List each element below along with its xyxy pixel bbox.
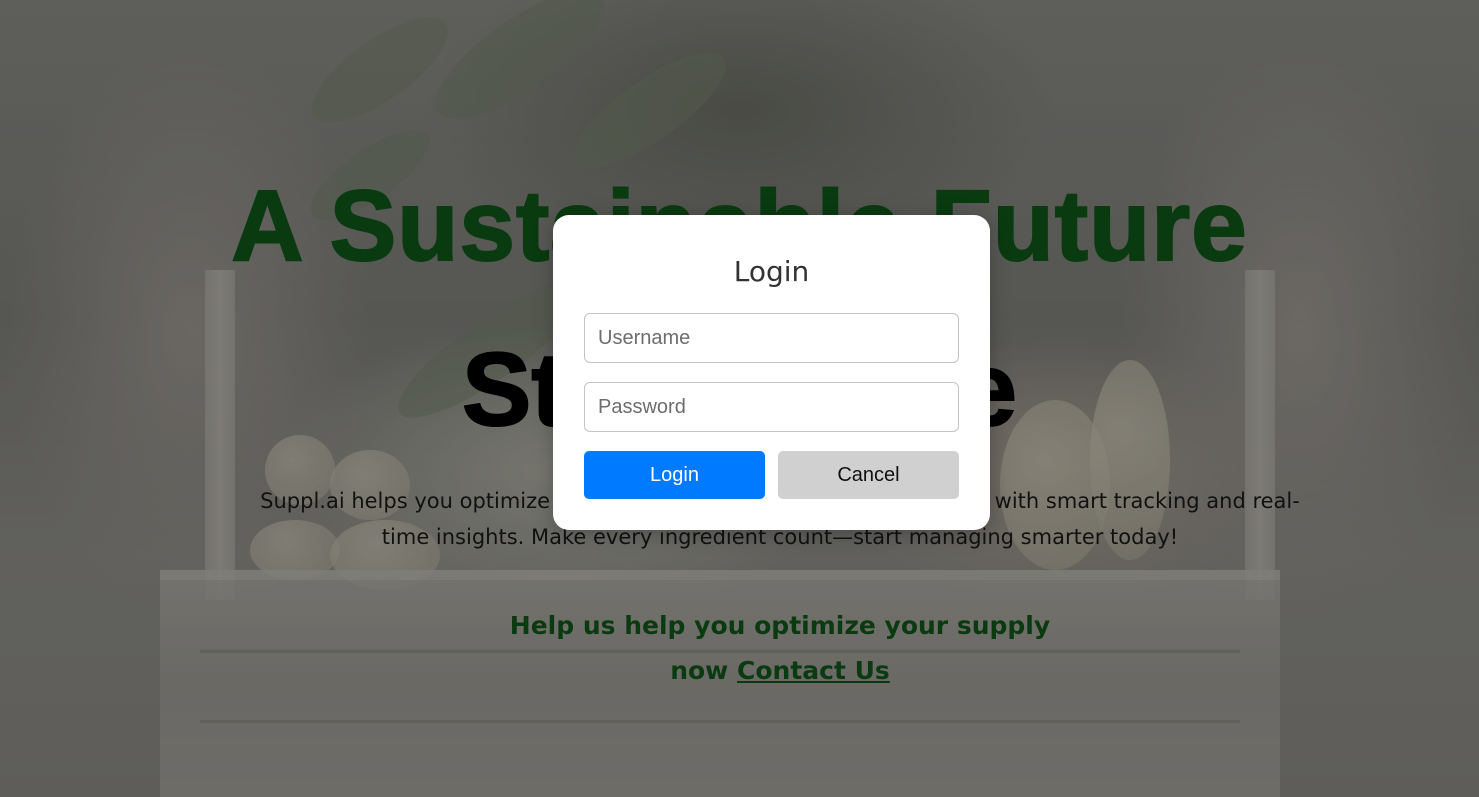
- modal-title: Login: [733, 255, 810, 288]
- cancel-button[interactable]: Cancel: [778, 451, 959, 499]
- login-modal: Login Login Cancel: [553, 215, 990, 530]
- password-input[interactable]: [584, 382, 959, 432]
- username-input[interactable]: [584, 313, 959, 363]
- login-button[interactable]: Login: [584, 451, 765, 499]
